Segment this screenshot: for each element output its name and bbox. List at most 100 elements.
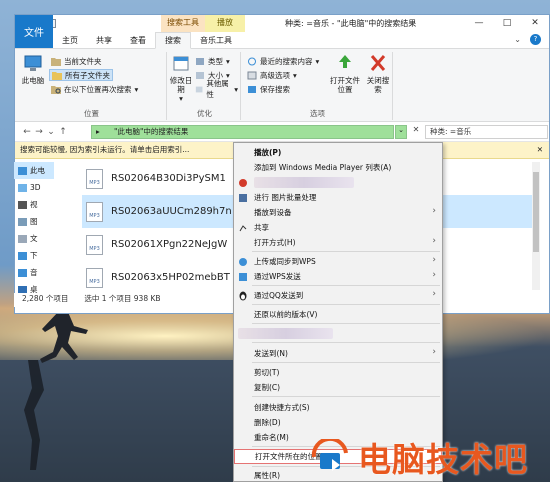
- item-count: 2,280 个项目: [22, 294, 69, 303]
- all-subfolders-button[interactable]: 所有子文件夹: [49, 69, 113, 81]
- location-group: 此电脑 当前文件夹 所有子文件夹 在以下位置再次搜索 ▾ 位置: [17, 52, 167, 120]
- other-props-button[interactable]: 其他属性 ▾: [193, 79, 240, 99]
- nav-item-this-pc[interactable]: 此电: [14, 162, 54, 179]
- maximize-button[interactable]: □: [493, 15, 521, 32]
- nav-item-downloads[interactable]: 下: [14, 247, 54, 264]
- menu-item-label: 删除(D): [254, 418, 281, 427]
- tab-view[interactable]: 查看: [121, 33, 155, 48]
- menu-item-create-shortcut[interactable]: 创建快捷方式(S): [234, 400, 442, 415]
- context-menu: 播放(P) 添加到 Windows Media Player 列表(A) 进行 …: [233, 142, 443, 482]
- menu-item-share[interactable]: 共享: [234, 220, 442, 235]
- close-search-button[interactable]: 关闭搜索: [365, 54, 391, 94]
- nav-item-documents[interactable]: 文: [14, 230, 54, 247]
- nav-item-label: 此电: [30, 166, 45, 175]
- menu-item-add-to-wmp[interactable]: 添加到 Windows Media Player 列表(A): [234, 160, 442, 175]
- open-location-button[interactable]: 打开文件位置: [327, 54, 363, 94]
- tab-music-tools[interactable]: 音乐工具: [191, 33, 241, 48]
- current-folder-button[interactable]: 当前文件夹: [49, 55, 104, 67]
- computer-icon: [24, 55, 42, 71]
- menu-divider: [252, 362, 440, 363]
- menu-divider: [252, 342, 440, 343]
- menu-item-play[interactable]: 播放(P): [234, 145, 442, 160]
- obscured-text: [254, 177, 354, 188]
- chevron-down-icon[interactable]: ⌄: [514, 35, 521, 44]
- chevron-right-icon: ›: [432, 236, 436, 246]
- menu-item-batch-image[interactable]: 进行 图片批量处理: [234, 190, 442, 205]
- menu-item-blurred[interactable]: [234, 326, 442, 341]
- other-props-label: 其他属性: [206, 79, 229, 99]
- nav-item-3d[interactable]: 3D: [14, 179, 54, 196]
- menu-item-cut[interactable]: 剪切(T): [234, 365, 442, 380]
- list-item[interactable]: MP3 RS02061XPgn22NeJgW: [82, 228, 232, 261]
- modified-date-button[interactable]: 修改日期 ▾: [169, 54, 193, 103]
- list-item[interactable]: MP3 RS02064B30Di3PySM1: [82, 162, 232, 195]
- menu-item-send-wps[interactable]: 通过WPS发送 ›: [234, 269, 442, 284]
- menu-item-delete[interactable]: 删除(D): [234, 415, 442, 430]
- close-search-label: 关闭搜索: [366, 76, 390, 94]
- tab-file[interactable]: 文件: [15, 15, 53, 48]
- file-name: RS02063x5HP02mebBT: [111, 272, 230, 283]
- menu-item-blurred[interactable]: [234, 175, 442, 190]
- search-again-label: 在以下位置再次搜索: [64, 84, 132, 94]
- type-button[interactable]: 类型 ▾: [193, 55, 232, 67]
- chevron-right-icon: ›: [432, 289, 436, 299]
- search-input[interactable]: 种类: =音乐: [425, 125, 548, 139]
- save-search-button[interactable]: 保存搜索: [245, 83, 292, 95]
- watermark-text: 电脑技术吧: [358, 440, 528, 479]
- forward-button[interactable]: →: [33, 127, 45, 137]
- address-path: "此电脑"中的搜索结果: [114, 127, 189, 136]
- cloud-upload-icon: [239, 258, 247, 266]
- scrollbar-thumb[interactable]: [533, 172, 539, 252]
- tab-search[interactable]: 搜索: [155, 32, 191, 49]
- menu-item-label: 发送到(N): [254, 349, 288, 358]
- recent-searches-button[interactable]: 最近的搜索内容 ▾: [245, 55, 321, 67]
- menu-item-restore-versions[interactable]: 还原以前的版本(V): [234, 307, 442, 322]
- tab-share[interactable]: 共享: [87, 33, 121, 48]
- modified-date-label: 修改日期: [169, 76, 193, 94]
- nav-item-music[interactable]: 音: [14, 264, 54, 281]
- address-bar[interactable]: ▸ "此电脑"中的搜索结果: [91, 125, 394, 139]
- menu-item-upload-wps[interactable]: 上传或同步到WPS ›: [234, 254, 442, 269]
- menu-item-copy[interactable]: 复制(C): [234, 380, 442, 395]
- menu-item-label: 重命名(M): [254, 433, 289, 442]
- list-item[interactable]: MP3 RS02063x5HP02mebBT: [82, 261, 232, 294]
- close-button[interactable]: ✕: [521, 15, 549, 32]
- menu-item-open-with[interactable]: 打开方式(H) ›: [234, 235, 442, 250]
- open-location-label: 打开文件位置: [330, 76, 360, 94]
- list-item[interactable]: MP3 RS02063aUUCm289h7n: [82, 195, 232, 228]
- minimize-button[interactable]: —: [465, 15, 493, 32]
- mp3-file-icon: MP3: [86, 201, 103, 222]
- menu-item-send-qq[interactable]: 通过QQ发送到 ›: [234, 288, 442, 303]
- advanced-options-button[interactable]: 高级选项 ▾: [245, 69, 299, 81]
- this-pc-button[interactable]: 此电脑: [19, 54, 47, 85]
- info-bar-close-button[interactable]: ✕: [537, 142, 543, 158]
- menu-divider: [252, 285, 440, 286]
- type-icon: [196, 57, 204, 65]
- menu-item-send-to[interactable]: 发送到(N) ›: [234, 346, 442, 361]
- chevron-down-icon: ▾: [134, 84, 139, 94]
- nav-item-videos[interactable]: 视: [14, 196, 54, 213]
- menu-item-cast-to-device[interactable]: 播放到设备 ›: [234, 205, 442, 220]
- info-bar-text: 搜索可能较慢, 因为索引未运行。请单击启用索引...: [20, 145, 190, 154]
- nav-item-pictures[interactable]: 图: [14, 213, 54, 230]
- menu-item-label: 共享: [254, 223, 269, 232]
- wps-send-icon: [239, 273, 247, 281]
- refresh-icon[interactable]: ✕: [409, 125, 423, 139]
- options-group: 最近的搜索内容 ▾ 高级选项 ▾ 保存搜索 打开文件位置 关闭搜索 选项: [243, 52, 393, 120]
- close-icon: [370, 55, 386, 71]
- tab-home[interactable]: 主页: [53, 33, 87, 48]
- menu-item-label: 通过QQ发送到: [254, 291, 304, 300]
- scrollbar[interactable]: [532, 162, 540, 290]
- menu-item-label: 添加到 Windows Media Player 列表(A): [254, 163, 392, 172]
- chevron-right-icon: ›: [432, 270, 436, 280]
- window-title: 种类: =音乐 - "此电脑"中的搜索结果: [285, 19, 417, 28]
- help-button[interactable]: ?: [530, 34, 541, 45]
- search-again-button[interactable]: 在以下位置再次搜索 ▾: [49, 83, 140, 95]
- back-button[interactable]: ←: [21, 127, 33, 137]
- address-dropdown-button[interactable]: ⌄: [395, 125, 407, 139]
- nav-item-label: 视: [30, 200, 38, 209]
- document-icon: [18, 234, 27, 243]
- recent-locations-button[interactable]: ⌄: [45, 127, 57, 137]
- up-button[interactable]: ↑: [57, 127, 69, 137]
- chevron-right-icon: ›: [432, 206, 436, 216]
